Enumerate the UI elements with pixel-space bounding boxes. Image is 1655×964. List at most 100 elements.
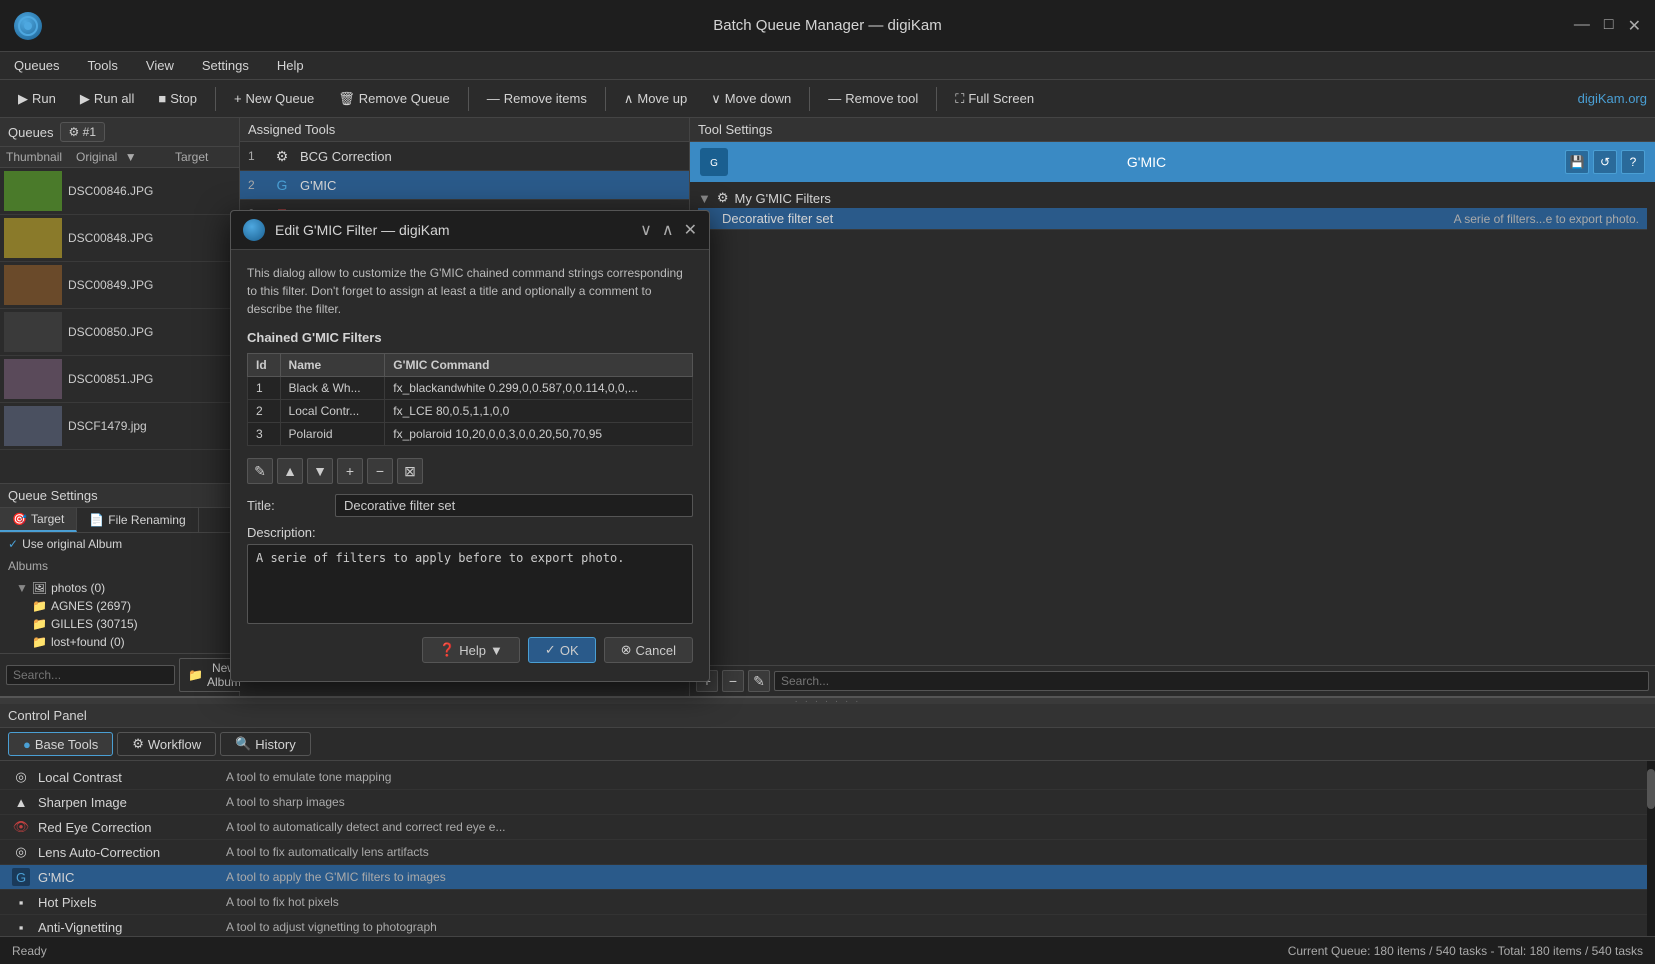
description-textarea[interactable]: A serie of filters to apply before to ex… <box>247 544 693 624</box>
table-row[interactable]: 3 Polaroid fx_polaroid 10,20,0,0,3,0,0,2… <box>248 423 693 446</box>
settings-tabs: 🎯 Target 📄 File Renaming <box>0 508 239 533</box>
minimize-button[interactable]: — <box>1574 16 1590 36</box>
list-item[interactable]: 📁 GILLES (30715) <box>8 615 231 633</box>
table-row[interactable]: DSC00849.JPG <box>0 262 239 309</box>
edit-row-button[interactable]: ✎ <box>247 458 273 484</box>
dialog-description: This dialog allow to customize the G'MIC… <box>247 264 693 318</box>
albums-label: Albums <box>0 555 239 577</box>
stop-button[interactable]: ■ Stop <box>148 88 207 109</box>
category-expand-icon: ▼ <box>698 191 711 206</box>
move-down-button[interactable]: ∨ Move down <box>701 88 801 110</box>
queue-settings: Queue Settings 🎯 Target 📄 File Renaming … <box>0 483 239 696</box>
remove-tool-button[interactable]: — Remove tool <box>818 88 928 109</box>
status-ready: Ready <box>12 944 47 958</box>
filter-category-mygmic[interactable]: ▼ ⚙ My G'MIC Filters <box>698 188 1647 208</box>
website-link[interactable]: digiKam.org <box>1578 91 1647 106</box>
filename-6: DSCF1479.jpg <box>68 419 147 433</box>
tool-row-bcg[interactable]: 1 ⚙ BCG Correction <box>240 142 689 171</box>
album-search-input[interactable] <box>6 665 175 685</box>
move-down-row-button[interactable]: ▼ <box>307 458 333 484</box>
new-queue-icon: + <box>234 91 242 106</box>
filter-category-label: My G'MIC Filters <box>735 191 831 206</box>
use-original-album-check[interactable]: ✓ Use original Album <box>0 533 239 555</box>
dialog-maximize-button[interactable]: ∧ <box>662 220 674 240</box>
thumbnail-1 <box>4 171 62 211</box>
filter-search-input[interactable] <box>774 671 1649 691</box>
menu-tools[interactable]: Tools <box>82 56 124 75</box>
filename-5: DSC00851.JPG <box>68 372 153 386</box>
queue-tab-1[interactable]: ⚙ #1 <box>60 122 105 142</box>
tab-base-tools[interactable]: ● Base Tools <box>8 732 113 756</box>
maximize-button[interactable]: □ <box>1604 16 1614 36</box>
album-tree: ▼ 🖼 photos (0) 📁 AGNES (2697) 📁 GILLES (… <box>0 577 239 653</box>
thumbnail-4 <box>4 312 62 352</box>
tool-list-item[interactable]: ◎ Local Contrast A tool to emulate tone … <box>0 765 1655 790</box>
menu-queues[interactable]: Queues <box>8 56 66 75</box>
add-row-button[interactable]: + <box>337 458 363 484</box>
tool-list-item[interactable]: G G'MIC A tool to apply the G'MIC filter… <box>0 865 1655 890</box>
list-item[interactable]: 📁 lost+found (0) <box>8 633 231 651</box>
dialog-titlebar: Edit G'MIC Filter — digiKam ∨ ∧ ✕ <box>231 211 709 250</box>
tool-row-gmic[interactable]: 2 G G'MIC <box>240 171 689 200</box>
table-row[interactable]: DSCF1479.jpg <box>0 403 239 450</box>
hot-pixels-icon: ▪ <box>12 893 30 911</box>
menu-view[interactable]: View <box>140 56 180 75</box>
list-item[interactable]: 📁 AGNES (2697) <box>8 597 231 615</box>
remove-filter-button[interactable]: − <box>722 670 744 692</box>
tool-list-item[interactable]: ▪ Hot Pixels A tool to fix hot pixels <box>0 890 1655 915</box>
filter-item-decorative[interactable]: Decorative filter set A serie of filters… <box>698 208 1647 230</box>
menu-settings[interactable]: Settings <box>196 56 255 75</box>
move-up-row-button[interactable]: ▲ <box>277 458 303 484</box>
dialog-close-button[interactable]: ✕ <box>684 220 697 240</box>
menu-help[interactable]: Help <box>271 56 310 75</box>
move-up-button[interactable]: ∧ Move up <box>614 88 697 110</box>
remove-row-button[interactable]: − <box>367 458 393 484</box>
cell-name: Black & Wh... <box>280 377 385 400</box>
table-row[interactable]: 2 Local Contr... fx_LCE 80,0.5,1,1,0,0 <box>248 400 693 423</box>
dialog-minimize-button[interactable]: ∨ <box>640 220 652 240</box>
tool-settings-header: Tool Settings <box>690 118 1655 142</box>
clear-rows-button[interactable]: ⊠ <box>397 458 423 484</box>
tab-target[interactable]: 🎯 Target <box>0 508 77 532</box>
cancel-button[interactable]: ⊗ Cancel <box>604 637 693 663</box>
ok-icon: ✓ <box>545 642 556 658</box>
col-thumbnail: Thumbnail <box>0 147 70 167</box>
fullscreen-button[interactable]: ⛶ Full Screen <box>945 88 1044 110</box>
title-input[interactable] <box>335 494 693 517</box>
tool-list-item[interactable]: 👁 Red Eye Correction A tool to automatic… <box>0 815 1655 840</box>
dropdown-icon: ▼ <box>490 643 503 658</box>
col-target: Target <box>169 147 239 167</box>
close-button[interactable]: ✕ <box>1628 16 1641 36</box>
tab-workflow[interactable]: ⚙ Workflow <box>117 732 216 756</box>
new-queue-button[interactable]: + New Queue <box>224 88 324 109</box>
help-button[interactable]: ? <box>1621 150 1645 174</box>
refresh-button[interactable]: ↺ <box>1593 150 1617 174</box>
gmic-header: G G'MIC 💾 ↺ ? <box>690 142 1655 182</box>
table-row[interactable]: DSC00848.JPG <box>0 215 239 262</box>
tool-list-item[interactable]: ▲ Sharpen Image A tool to sharp images <box>0 790 1655 815</box>
thumbnail-5 <box>4 359 62 399</box>
table-row[interactable]: 1 Black & Wh... fx_blackandwhite 0.299,0… <box>248 377 693 400</box>
description-label-row: Description: <box>247 525 693 540</box>
tool-list-item[interactable]: ▪ Anti-Vignetting A tool to adjust vigne… <box>0 915 1655 936</box>
filename-3: DSC00849.JPG <box>68 278 153 292</box>
run-all-button[interactable]: ▶ Run all <box>70 88 144 110</box>
scrollbar-thumb[interactable] <box>1647 769 1655 809</box>
save-filter-button[interactable]: 💾 <box>1565 150 1589 174</box>
table-row[interactable]: DSC00851.JPG <box>0 356 239 403</box>
control-panel-title: Control Panel <box>8 708 87 723</box>
tab-file-renaming[interactable]: 📄 File Renaming <box>77 508 198 532</box>
table-row[interactable]: DSC00850.JPG <box>0 309 239 356</box>
run-button[interactable]: ▶ Run <box>8 88 66 110</box>
tool-list-item[interactable]: ◎ Lens Auto-Correction A tool to fix aut… <box>0 840 1655 865</box>
ok-button[interactable]: ✓ OK <box>528 637 596 663</box>
tab-history[interactable]: 🔍 History <box>220 732 311 756</box>
scrollbar-track[interactable] <box>1647 761 1655 936</box>
remove-queue-button[interactable]: 🗑 Remove Queue <box>328 88 460 110</box>
list-item[interactable]: ▼ 🖼 photos (0) <box>8 579 231 597</box>
help-button[interactable]: ❓ Help ▼ <box>422 637 520 663</box>
table-row[interactable]: DSC00846.JPG <box>0 168 239 215</box>
remove-items-button[interactable]: — Remove items <box>477 88 597 109</box>
edit-filter-button[interactable]: ✎ <box>748 670 770 692</box>
gmic-header-icon: G <box>700 148 728 176</box>
